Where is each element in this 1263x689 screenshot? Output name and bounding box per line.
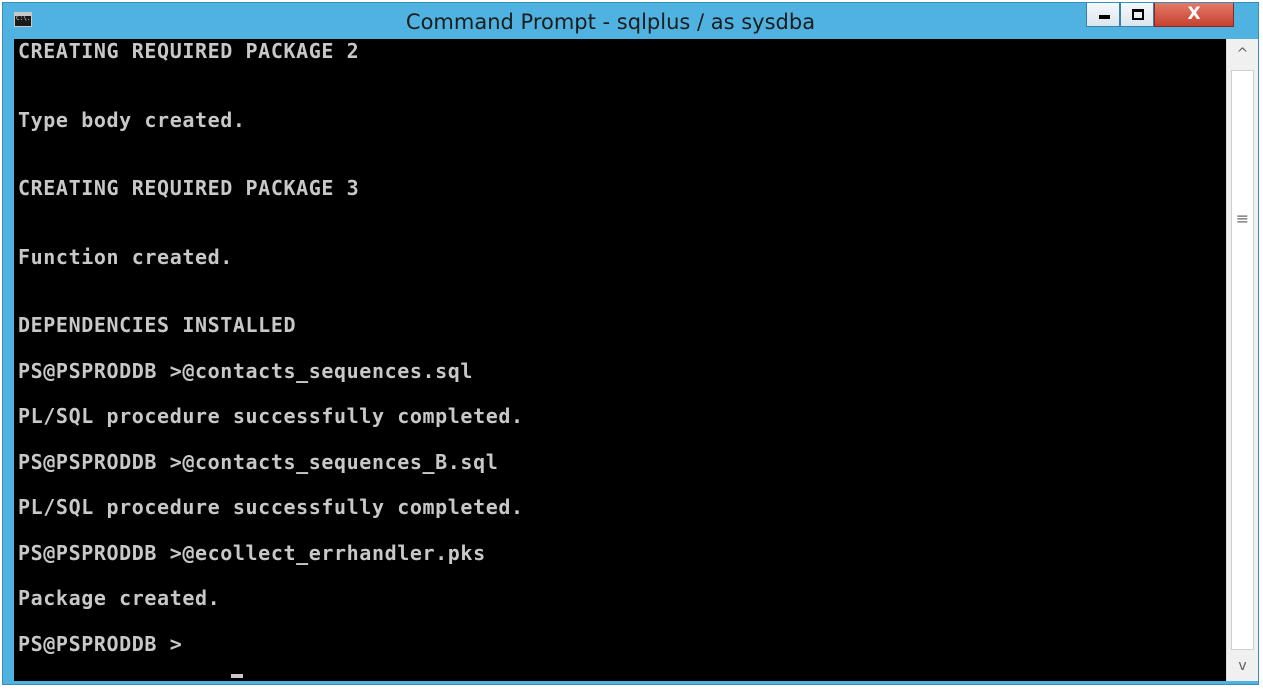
console-line: Package created. [18, 586, 221, 610]
scroll-down-arrow-icon[interactable]: v [1227, 651, 1258, 681]
console-line: PL/SQL procedure successfully completed. [18, 404, 524, 428]
window-title: Command Prompt - sqlplus / as sysdba [405, 10, 816, 34]
vertical-scrollbar[interactable]: ^ ≡ v [1226, 39, 1258, 681]
scroll-grip-icon: ≡ [1235, 209, 1250, 228]
console-line: PS@PSPRODDB >@ecollect_errhandler.pks [18, 541, 486, 565]
scroll-up-arrow-icon[interactable]: ^ [1227, 39, 1258, 69]
title-bar[interactable]: C:\. Command Prompt - sqlplus / as sysdb… [3, 3, 1258, 39]
console-line: PS@PSPRODDB >@contacts_sequences.sql [18, 359, 474, 383]
console-line: CREATING REQUIRED PACKAGE 3 [18, 176, 360, 200]
console-line: Type body created. [18, 108, 246, 132]
close-button[interactable]: X [1154, 3, 1234, 27]
command-prompt-line: PS@PSPRODDB > [18, 632, 183, 656]
close-icon: X [1187, 4, 1201, 24]
command-prompt-window: C:\. Command Prompt - sqlplus / as sysdb… [2, 2, 1259, 685]
console-output[interactable]: CREATING REQUIRED PACKAGE 2 Type body cr… [14, 39, 1226, 681]
maximize-icon [1132, 9, 1144, 20]
console-line: Function created. [18, 245, 233, 269]
console-line: PL/SQL procedure successfully completed. [18, 495, 524, 519]
console-line: CREATING REQUIRED PACKAGE 2 [18, 39, 360, 63]
minimize-button[interactable] [1086, 3, 1120, 27]
console-line: DEPENDENCIES INSTALLED [18, 313, 297, 337]
minimize-icon [1099, 15, 1110, 19]
maximize-button[interactable] [1120, 3, 1154, 27]
console-line: PS@PSPRODDB >@contacts_sequences_B.sql [18, 450, 499, 474]
scroll-thumb[interactable]: ≡ [1231, 70, 1254, 650]
text-cursor [231, 674, 243, 678]
